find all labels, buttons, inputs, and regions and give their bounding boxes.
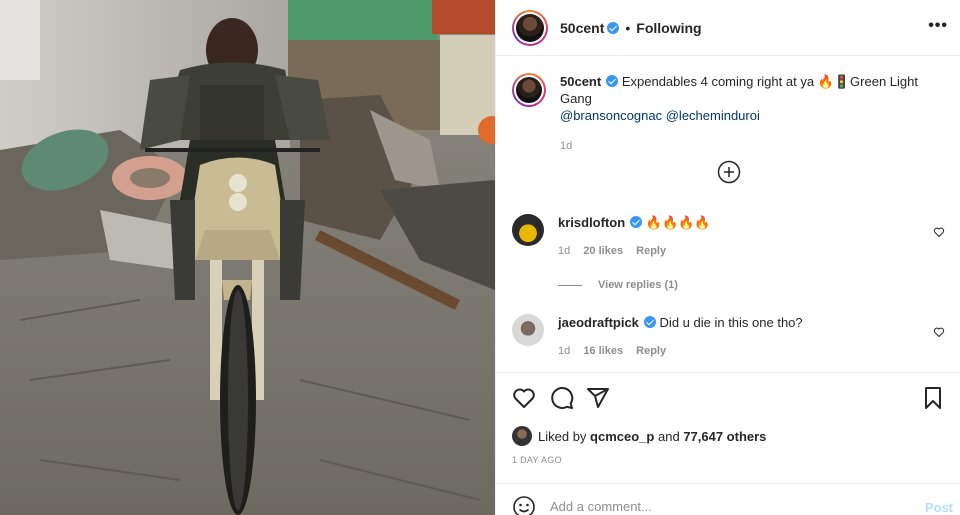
emoji-icon[interactable]	[512, 495, 536, 515]
comment-likes[interactable]: 16 likes	[583, 345, 623, 357]
reply-button[interactable]: Reply	[636, 345, 666, 357]
action-bar	[496, 372, 960, 426]
more-icon[interactable]: •••	[928, 17, 948, 35]
add-icon[interactable]	[717, 160, 741, 184]
post-photo[interactable]	[0, 0, 495, 515]
comment-username[interactable]: jaeodraftpick	[558, 315, 639, 330]
heart-icon[interactable]	[512, 386, 536, 410]
add-comment-bar: Add a comment... Post	[496, 483, 960, 515]
save-icon[interactable]	[921, 386, 945, 410]
verified-icon	[606, 75, 619, 87]
avatar[interactable]	[512, 9, 548, 46]
reply-button[interactable]: Reply	[636, 245, 666, 257]
comment-text: Did u die in this one tho?	[659, 315, 803, 330]
divider	[558, 284, 582, 286]
post-details: 50cent • Following ••• 50cent Expendable…	[495, 0, 960, 515]
likes-and: and	[657, 428, 680, 444]
caption-avatar[interactable]	[512, 73, 546, 107]
heart-icon[interactable]	[933, 326, 945, 338]
likes-prefix: Liked by	[538, 428, 587, 444]
view-replies-button[interactable]: View replies (1)	[558, 279, 678, 291]
avatar[interactable]	[512, 314, 544, 346]
post-dialog: 50cent • Following ••• 50cent Expendable…	[0, 0, 960, 515]
comment-item: jaeodraftpick Did u die in this one tho?…	[512, 314, 945, 360]
comment-likes[interactable]: 20 likes	[583, 245, 623, 257]
comment-username[interactable]: krisdlofton	[558, 215, 625, 230]
likes-others[interactable]: 77,647 others	[683, 429, 766, 444]
caption: 50cent Expendables 4 coming right at ya …	[512, 73, 945, 155]
separator: •	[625, 19, 631, 36]
liked-by-user[interactable]: qcmceo_p	[590, 429, 654, 444]
mention-link[interactable]: @lecheminduroi	[666, 108, 760, 123]
view-replies-label: View replies (1)	[598, 279, 678, 291]
post-date[interactable]: 1 DAY AGO	[512, 455, 562, 465]
comment-item: krisdlofton 🔥🔥🔥🔥 1d 20 likes Reply	[512, 214, 945, 260]
motorcycle-photo	[0, 0, 495, 515]
caption-time: 1d	[560, 140, 573, 152]
comment-text: 🔥🔥🔥🔥	[645, 215, 711, 230]
likes-summary: Liked by qcmceo_p and 77,647 others	[512, 426, 766, 446]
avatar[interactable]	[512, 426, 532, 446]
verified-icon	[643, 316, 656, 328]
comment-time: 1d	[558, 245, 571, 257]
post-button[interactable]: Post	[925, 500, 953, 515]
mention-link[interactable]: @bransoncognac	[560, 108, 662, 123]
header-username[interactable]: 50cent	[560, 20, 604, 36]
caption-username[interactable]: 50cent	[560, 74, 601, 89]
comments-list: 50cent Expendables 4 coming right at ya …	[496, 57, 960, 371]
post-header: 50cent • Following •••	[496, 0, 960, 56]
verified-icon	[630, 216, 643, 228]
following-button[interactable]: Following	[636, 20, 701, 36]
comment-input[interactable]: Add a comment...	[550, 499, 652, 514]
share-icon[interactable]	[586, 386, 610, 410]
comment-time: 1d	[558, 345, 571, 357]
comment-icon[interactable]	[550, 386, 574, 410]
avatar[interactable]	[512, 214, 544, 246]
heart-icon[interactable]	[933, 226, 945, 238]
verified-icon	[607, 21, 620, 34]
